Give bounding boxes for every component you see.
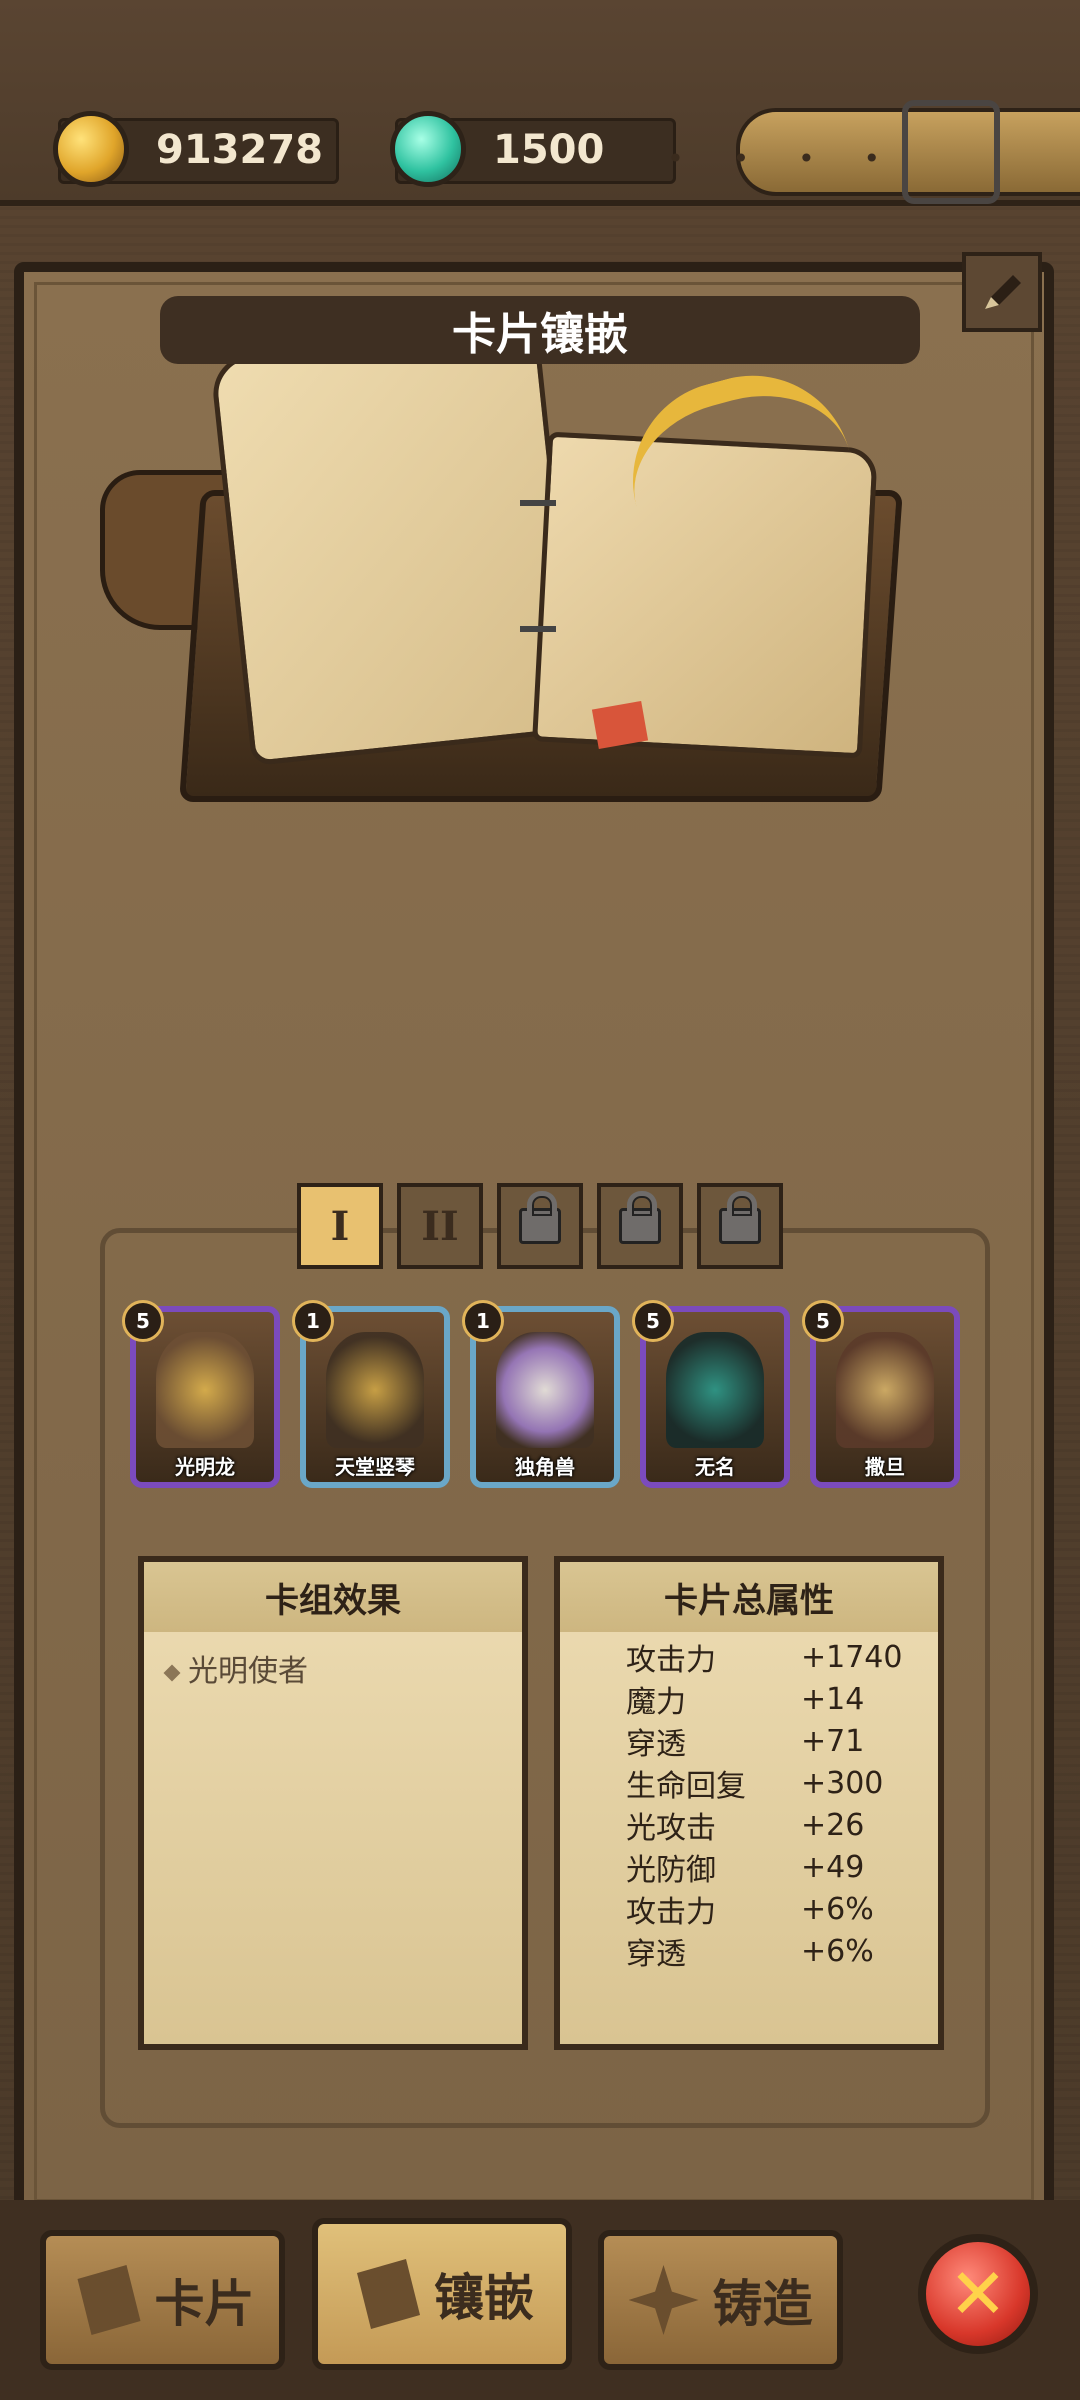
deck-effects-panel: 卡组效果 光明使者 — [138, 1556, 528, 2050]
lock-icon — [519, 1191, 561, 1244]
stat-key: 魔力 — [626, 1685, 686, 1720]
nav-label: 镶嵌 — [434, 2269, 534, 2327]
nav-label: 铸造 — [712, 2275, 813, 2333]
top-resource-bar: 913278 1500 • • • • — [0, 0, 1080, 206]
nav-inlay-button[interactable]: 镶嵌 — [312, 2218, 572, 2370]
diamond-bullet-icon — [163, 1664, 181, 1681]
card-slot[interactable]: 5 光明龙 — [122, 1300, 280, 1488]
card-level-badge: 5 — [632, 1300, 674, 1342]
pencil-icon — [985, 275, 1021, 309]
tab-deck-1[interactable]: I — [297, 1183, 383, 1269]
inlay-icon — [357, 2259, 420, 2329]
card-name: 天堂竖琴 — [335, 1455, 415, 1479]
tab-label: II — [421, 1202, 459, 1250]
stats-list: 攻击力 +1740 魔力 +14 穿透 +71 生命回复 +300 光攻击 +26 光防御… — [560, 1636, 938, 1973]
unicorn-art — [496, 1332, 594, 1448]
gem-counter[interactable]: 1500 — [390, 111, 676, 187]
stat-value: +71 — [801, 1723, 865, 1759]
card-icon — [77, 2265, 141, 2335]
gold-amount: 913278 — [156, 127, 323, 173]
lock-icon — [719, 1191, 761, 1244]
effect-label: 光明使者 — [188, 1654, 308, 1689]
card-slot[interactable]: 1 天堂竖琴 — [292, 1300, 450, 1488]
card-level-badge: 1 — [292, 1300, 334, 1342]
satan-art — [836, 1332, 934, 1448]
card-slot[interactable]: 1 独角兽 — [462, 1300, 620, 1488]
stat-row: 穿透 +6% — [626, 1930, 938, 1973]
stat-row: 攻击力 +1740 — [626, 1636, 938, 1679]
tab-deck-5-locked[interactable] — [697, 1183, 783, 1269]
stat-row: 光攻击 +26 — [626, 1804, 938, 1847]
card-slots: 5 光明龙 1 天堂竖琴 1 独角兽 5 无名 5 撒旦 — [122, 1300, 960, 1496]
nav-cards-button[interactable]: 卡片 — [40, 2230, 285, 2370]
harp-art — [326, 1332, 424, 1448]
stat-key: 穿透 — [626, 1727, 686, 1762]
close-button[interactable]: ✕ — [918, 2234, 1038, 2354]
stat-value: +1740 — [801, 1639, 903, 1675]
stat-key: 光攻击 — [626, 1811, 716, 1846]
deck-effects-title: 卡组效果 — [144, 1562, 522, 1632]
deck-tabs: I II — [250, 1176, 830, 1276]
nameless-art — [666, 1332, 764, 1448]
nav-forge-button[interactable]: 铸造 — [598, 2230, 843, 2370]
nav-label: 卡片 — [154, 2275, 255, 2333]
card-stats-title: 卡片总属性 — [560, 1562, 938, 1632]
stat-value: +300 — [801, 1765, 884, 1801]
stat-key: 光防御 — [626, 1853, 716, 1888]
forge-icon — [628, 2265, 699, 2335]
card-slot[interactable]: 5 无名 — [632, 1300, 790, 1488]
tab-label: I — [330, 1202, 350, 1250]
tab-deck-3-locked[interactable] — [497, 1183, 583, 1269]
gem-icon — [390, 111, 466, 187]
gold-counter[interactable]: 913278 — [53, 111, 339, 187]
card-slot[interactable]: 5 撒旦 — [802, 1300, 960, 1488]
strap-rivets: • • • • — [667, 142, 900, 175]
gem-amount: 1500 — [493, 127, 605, 173]
tab-deck-2[interactable]: II — [397, 1183, 483, 1269]
card-level-badge: 5 — [802, 1300, 844, 1342]
stat-row: 光防御 +49 — [626, 1846, 938, 1889]
card-name: 独角兽 — [515, 1455, 575, 1479]
stat-value: +26 — [801, 1807, 865, 1843]
stat-row: 穿透 +71 — [626, 1720, 938, 1763]
stat-key: 攻击力 — [626, 1895, 716, 1930]
card-name: 光明龙 — [175, 1455, 235, 1479]
card-level-badge: 5 — [122, 1300, 164, 1342]
card-stats-panel: 卡片总属性 攻击力 +1740 魔力 +14 穿透 +71 生命回复 +300 光攻击 +… — [554, 1556, 944, 2050]
tab-deck-4-locked[interactable] — [597, 1183, 683, 1269]
stat-row: 生命回复 +300 — [626, 1762, 938, 1805]
stat-value: +6% — [801, 1891, 874, 1927]
stat-value: +14 — [801, 1681, 865, 1717]
gold-coin-icon — [53, 111, 129, 187]
strap-buckle-icon — [902, 100, 1000, 204]
dragon-art — [156, 1332, 254, 1448]
stat-key: 攻击力 — [626, 1643, 716, 1678]
stat-row: 攻击力 +6% — [626, 1888, 938, 1931]
edit-button[interactable] — [962, 252, 1042, 332]
book-rings — [520, 500, 556, 632]
lock-icon — [619, 1191, 661, 1244]
card-level-badge: 1 — [462, 1300, 504, 1342]
stat-key: 生命回复 — [626, 1769, 746, 1804]
stat-row: 魔力 +14 — [626, 1678, 938, 1721]
stat-value: +6% — [801, 1933, 874, 1969]
stat-value: +49 — [801, 1849, 865, 1885]
card-name: 撒旦 — [865, 1455, 905, 1479]
bookmark-tab — [591, 700, 649, 750]
stat-key: 穿透 — [626, 1937, 686, 1972]
close-icon: ✕ — [948, 2253, 1008, 2335]
card-name: 无名 — [695, 1455, 735, 1479]
page-title: 卡片镶嵌 — [160, 296, 920, 364]
effect-item: 光明使者 — [144, 1632, 522, 1704]
